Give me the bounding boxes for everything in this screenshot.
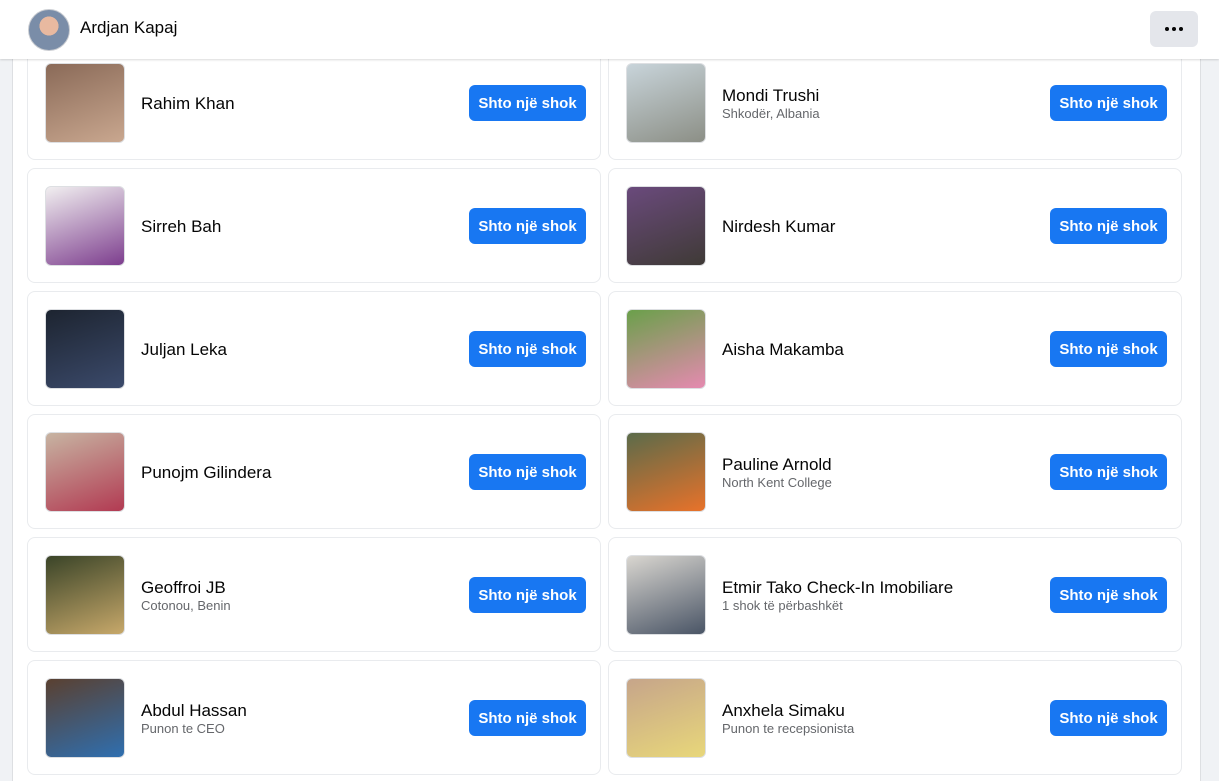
- add-friend-button[interactable]: Shto një shok: [469, 331, 586, 367]
- person-name[interactable]: Anxhela Simaku: [722, 700, 1042, 721]
- person-name[interactable]: Pauline Arnold: [722, 454, 1042, 475]
- person-name[interactable]: Nirdesh Kumar: [722, 216, 1042, 237]
- profile-name[interactable]: Ardjan Kapaj: [80, 18, 177, 38]
- person-info: Punojm Gilindera: [141, 415, 461, 530]
- person-name[interactable]: Geoffroi JB: [141, 577, 461, 598]
- add-friend-button[interactable]: Shto një shok: [1050, 331, 1167, 367]
- person-subtitle: Cotonou, Benin: [141, 598, 231, 613]
- person-info: Etmir Tako Check-In Imobiliare 1 shok të …: [722, 538, 1042, 653]
- person-photo[interactable]: [626, 186, 706, 266]
- person-subtitle: Punon te recepsionista: [722, 721, 855, 736]
- avatar[interactable]: [28, 9, 70, 51]
- person-photo[interactable]: [45, 555, 125, 635]
- person-info: Rahim Khan: [141, 46, 461, 161]
- person-card: Rahim Khan Shto një shok: [27, 45, 601, 160]
- person-card: Abdul Hassan Punon te CEO Shto një shok: [27, 660, 601, 775]
- person-info: Aisha Makamba: [722, 292, 1042, 407]
- person-subtitle: Shkodër, Albania: [722, 106, 820, 121]
- person-photo[interactable]: [626, 555, 706, 635]
- add-friend-button[interactable]: Shto një shok: [469, 85, 586, 121]
- person-photo[interactable]: [626, 309, 706, 389]
- person-card: Nirdesh Kumar Shto një shok: [608, 168, 1182, 283]
- more-horizontal-icon: [1165, 27, 1183, 31]
- person-subtitle: 1 shok të përbashkët: [722, 598, 843, 613]
- person-card: Etmir Tako Check-In Imobiliare 1 shok të …: [608, 537, 1182, 652]
- person-info: Juljan Leka: [141, 292, 461, 407]
- person-name[interactable]: Punojm Gilindera: [141, 462, 461, 483]
- person-info: Mondi Trushi Shkodër, Albania: [722, 46, 1042, 161]
- person-card: Juljan Leka Shto një shok: [27, 291, 601, 406]
- person-card: Aisha Makamba Shto një shok: [608, 291, 1182, 406]
- person-photo[interactable]: [45, 186, 125, 266]
- person-photo[interactable]: [626, 63, 706, 143]
- person-name[interactable]: Rahim Khan: [141, 93, 461, 114]
- person-photo[interactable]: [626, 432, 706, 512]
- person-card: Pauline Arnold North Kent College Shto një…: [608, 414, 1182, 529]
- person-info: Anxhela Simaku Punon te recepsionista: [722, 661, 1042, 776]
- person-subtitle: North Kent College: [722, 475, 832, 490]
- person-photo[interactable]: [45, 309, 125, 389]
- person-name[interactable]: Aisha Makamba: [722, 339, 1042, 360]
- person-name[interactable]: Juljan Leka: [141, 339, 461, 360]
- person-card: Geoffroi JB Cotonou, Benin Shto një shok: [27, 537, 601, 652]
- person-photo[interactable]: [45, 678, 125, 758]
- person-card: Anxhela Simaku Punon te recepsionista Shto…: [608, 660, 1182, 775]
- person-name[interactable]: Mondi Trushi: [722, 85, 1042, 106]
- person-info: Sirreh Bah: [141, 169, 461, 284]
- person-info: Pauline Arnold North Kent College: [722, 415, 1042, 530]
- person-info: Geoffroi JB Cotonou, Benin: [141, 538, 461, 653]
- person-info: Abdul Hassan Punon te CEO: [141, 661, 461, 776]
- person-subtitle: Punon te CEO: [141, 721, 225, 736]
- person-photo[interactable]: [45, 432, 125, 512]
- person-name[interactable]: Sirreh Bah: [141, 216, 461, 237]
- profile-header: Ardjan Kapaj: [0, 0, 1219, 59]
- person-name[interactable]: Etmir Tako Check-In Imobiliare: [722, 577, 1042, 598]
- more-options-button[interactable]: [1150, 11, 1198, 47]
- person-card: Punojm Gilindera Shto një shok: [27, 414, 601, 529]
- person-card: Mondi Trushi Shkodër, Albania Shto një sho…: [608, 45, 1182, 160]
- add-friend-button[interactable]: Shto një shok: [1050, 454, 1167, 490]
- add-friend-button[interactable]: Shto një shok: [469, 700, 586, 736]
- add-friend-button[interactable]: Shto një shok: [1050, 85, 1167, 121]
- add-friend-button[interactable]: Shto një shok: [1050, 700, 1167, 736]
- add-friend-button[interactable]: Shto një shok: [1050, 577, 1167, 613]
- person-photo[interactable]: [45, 63, 125, 143]
- person-name[interactable]: Abdul Hassan: [141, 700, 461, 721]
- add-friend-button[interactable]: Shto një shok: [1050, 208, 1167, 244]
- add-friend-button[interactable]: Shto një shok: [469, 208, 586, 244]
- person-photo[interactable]: [626, 678, 706, 758]
- person-info: Nirdesh Kumar: [722, 169, 1042, 284]
- add-friend-button[interactable]: Shto një shok: [469, 454, 586, 490]
- person-card: Sirreh Bah Shto një shok: [27, 168, 601, 283]
- add-friend-button[interactable]: Shto një shok: [469, 577, 586, 613]
